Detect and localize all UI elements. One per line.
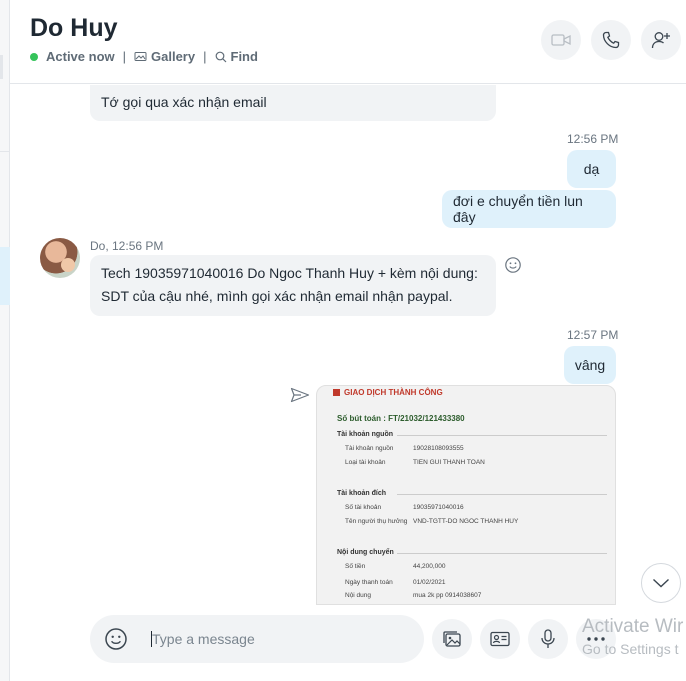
receipt-row: Số tiền 44,200,000 [345,563,446,570]
phone-icon [602,31,620,49]
message-text: Tớ gọi qua xác nhận email [101,94,267,110]
outgoing-message[interactable]: dạ [567,150,616,188]
sender-timestamp: Do, 12:56 PM [90,239,164,253]
add-participant-button[interactable] [641,20,681,60]
outgoing-message[interactable]: đơi e chuyển tiền lun đây [442,190,616,228]
receipt-section: Nội dung chuyển [337,549,606,556]
gallery-icon [134,52,147,61]
online-dot-icon [30,52,38,61]
gallery-icon [443,631,461,647]
activation-watermark-sub: Go to Settings t [582,641,679,657]
contact-subline: Active now | Gallery | Find [30,49,258,64]
selected-conversation-indicator[interactable] [0,247,10,305]
image-attachment[interactable]: GIAO DỊCH THÀNH CÔNG Số bút toán : FT/21… [316,385,616,605]
separator: | [203,49,207,64]
divider [0,151,10,152]
message-input[interactable]: Type a message [152,631,255,647]
status-label: Active now [46,49,115,64]
gallery-label: Gallery [151,49,196,64]
outgoing-message[interactable]: vâng [564,346,616,384]
activation-watermark: Activate Wir [582,616,684,637]
receipt-section: Tài khoản đích [337,490,608,497]
receipt-row: Loại tài khoản TIEN GUI THANH TOAN [345,459,485,466]
message-composer[interactable]: Type a message [90,615,424,663]
message-text: dạ [583,161,600,177]
video-call-button[interactable] [541,20,581,60]
divider [0,55,3,79]
receipt-row: Ngày thanh toán 01/02/2021 [345,579,446,586]
react-emoji-icon[interactable] [504,256,522,274]
message-text: Tech 19035971040016 Do Ngoc Thanh Huy + … [101,265,478,281]
microphone-button[interactable] [528,619,568,659]
presence-status: Active now [30,49,115,64]
incoming-message[interactable]: Tớ gọi qua xác nhận email [90,85,496,121]
add-person-icon [651,32,670,49]
emoji-icon[interactable] [104,627,128,651]
timestamp: 12:57 PM [567,328,619,342]
incoming-message[interactable]: Tech 19035971040016 Do Ngoc Thanh Huy + … [90,255,496,316]
chat-header: Do Huy Active now | Gallery | Find [10,0,686,84]
find-label: Find [230,49,258,64]
search-icon [215,51,226,62]
avatar[interactable] [40,238,80,278]
receipt-header: GIAO DỊCH THÀNH CÔNG [333,388,443,397]
left-panel-edge [0,0,10,681]
receipt-row: Số tài khoản 19035971040016 [345,504,464,511]
find-link[interactable]: Find [215,49,258,64]
audio-call-button[interactable] [591,20,631,60]
message-text: SDT của cậu nhé, mình gọi xác nhận email… [101,288,453,304]
microphone-icon [541,629,555,648]
message-text: vâng [574,357,606,373]
receipt-row: Tên người thụ hưởng VND-TGTT-DO NGOC THAN… [345,518,519,525]
receipt-section: Tài khoản nguồn [337,431,607,438]
contact-name[interactable]: Do Huy [30,14,118,43]
chevron-down-icon [653,578,669,588]
gallery-link[interactable]: Gallery [134,49,195,64]
contact-card-button[interactable] [480,619,520,659]
video-camera-icon [551,34,571,46]
media-button[interactable] [432,619,472,659]
receipt-reference: Số bút toán : FT/21032/121433380 [337,414,465,423]
scroll-to-bottom-button[interactable] [641,563,681,603]
separator: | [122,49,127,64]
receipt-row: Tài khoản nguồn 19028108093555 [345,445,464,452]
message-text: đơi e chuyển tiền lun đây [453,193,583,225]
receipt-row: Nội dung mua 2k pp 0914038607 [345,592,482,599]
timestamp: 12:56 PM [567,132,619,146]
sent-status-icon [290,387,310,403]
message-list[interactable]: Tớ gọi qua xác nhận email 12:56 PM dạ đơ… [10,85,686,605]
contact-card-icon [490,631,510,647]
